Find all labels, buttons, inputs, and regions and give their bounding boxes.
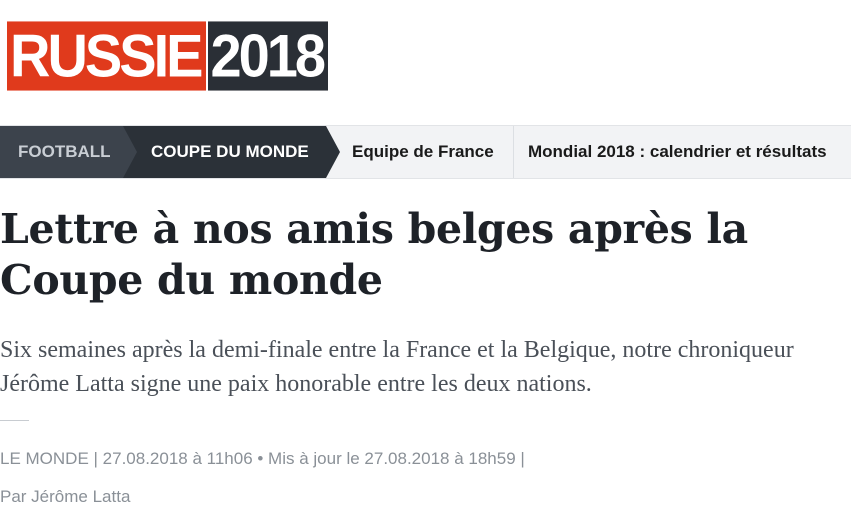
article-subtitle: Six semaines après la demi-finale entre … <box>0 337 794 397</box>
breadcrumb-football-label: FOOTBALL <box>18 142 111 161</box>
breadcrumb-football[interactable]: FOOTBALL <box>0 126 137 178</box>
article-meta: LE MONDE | 27.08.2018 à 11h06 • Mis à jo… <box>0 449 525 468</box>
section-nav: FOOTBALL COUPE DU MONDE Equipe de France… <box>0 125 851 179</box>
nav-link-equipe-de-france[interactable]: Equipe de France <box>326 126 514 178</box>
logo-year: 2018 <box>207 21 329 91</box>
article-title: Lettre à nos amis belges après la Coupe … <box>0 205 748 304</box>
nav-link-mondial-2018[interactable]: Mondial 2018 : calendrier et résultats <box>514 126 827 178</box>
divider <box>0 420 29 421</box>
breadcrumb-coupe-du-monde[interactable]: COUPE DU MONDE <box>123 126 340 178</box>
logo-russie: RUSSIE <box>7 21 206 91</box>
nav-link-label: Mondial 2018 : calendrier et résultats <box>528 142 827 161</box>
russie-2018-logo[interactable]: RUSSIE 2018 <box>7 21 329 91</box>
breadcrumb-coupe-du-monde-label: COUPE DU MONDE <box>151 142 309 161</box>
nav-link-label: Equipe de France <box>352 142 494 161</box>
article-author[interactable]: Par Jérôme Latta <box>0 487 130 507</box>
